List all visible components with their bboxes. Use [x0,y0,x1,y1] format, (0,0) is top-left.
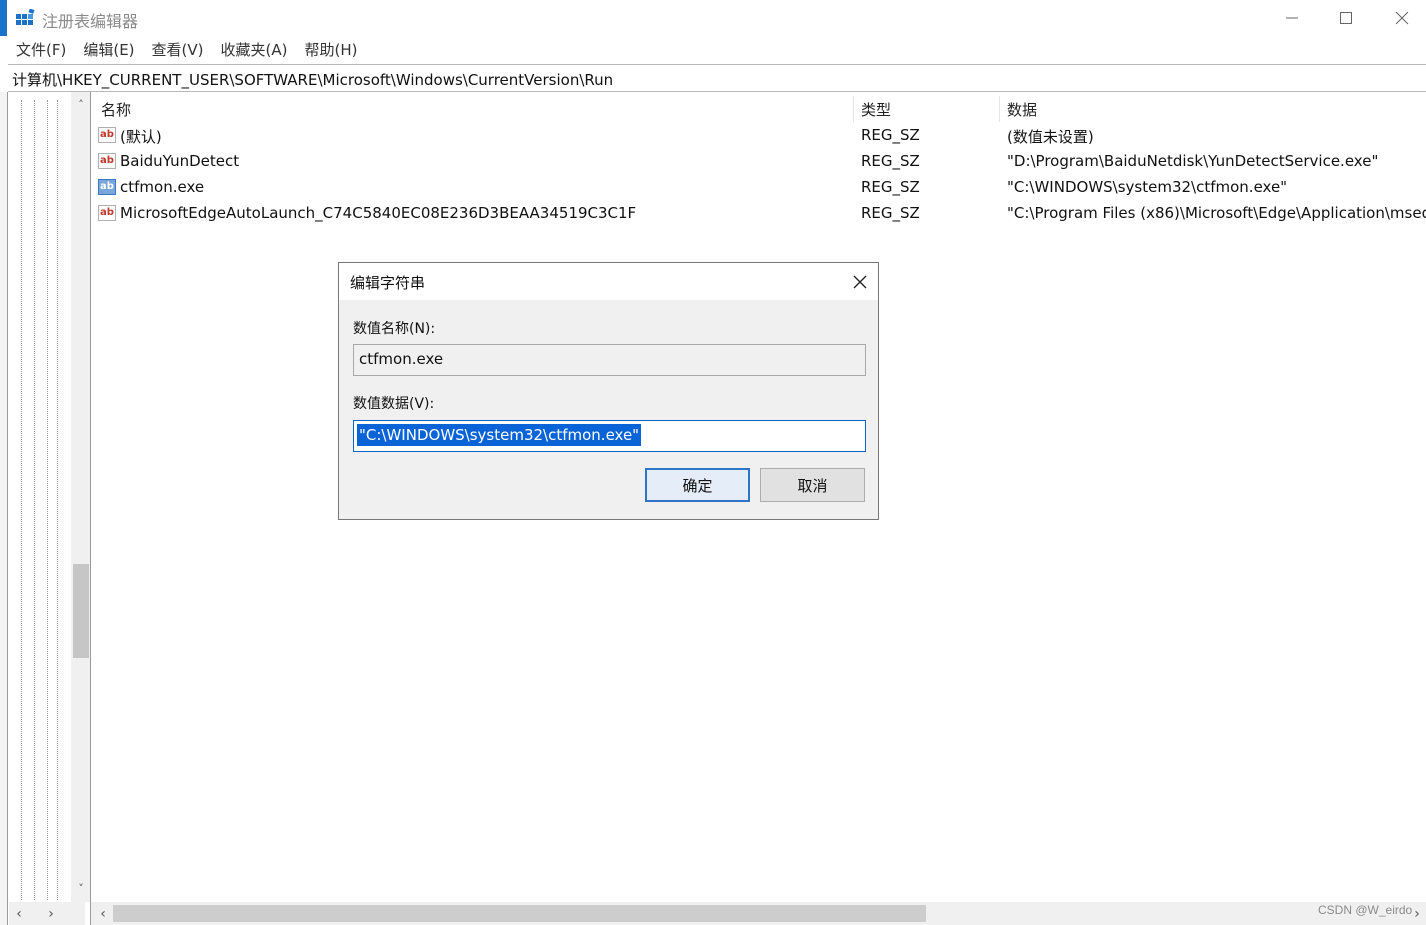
ok-button[interactable]: 确定 [645,468,750,502]
scroll-up-icon[interactable]: ˄ [71,98,91,111]
tree-scroll-thumb[interactable] [73,564,89,658]
close-icon [1395,11,1409,25]
value-data: "C:\Program Files (x86)\Microsoft\Edge\A… [1007,204,1426,222]
tree-guide-line [21,100,22,900]
menu-file[interactable]: 文件(F) [16,38,66,62]
cancel-button[interactable]: 取消 [760,468,865,502]
column-divider[interactable] [999,96,1000,122]
minimize-icon [1286,17,1298,19]
value-data: "D:\Program\BaiduNetdisk\YunDetectServic… [1007,152,1379,170]
left-edge-strip [0,92,8,925]
tree-horizontal-scrollbar[interactable]: ‹ › [9,902,85,925]
string-value-icon: ab [98,205,116,221]
dialog-title: 编辑字符串 [350,274,426,292]
scroll-left-icon[interactable]: ‹ [9,906,29,922]
list-item[interactable]: ab MicrosoftEdgeAutoLaunch_C74C5840EC08E… [91,201,1426,227]
list-scroll-thumb[interactable] [113,905,926,922]
menu-bar: 文件(F) 编辑(E) 查看(V) 收藏夹(A) 帮助(H) [0,38,358,62]
value-name: ctfmon.exe [120,178,205,196]
menu-view[interactable]: 查看(V) [152,38,204,62]
close-window-button[interactable] [1382,4,1422,32]
list-item[interactable]: ab (默认) REG_SZ (数值未设置) [91,123,1426,149]
value-type: REG_SZ [861,126,920,144]
close-icon [853,275,867,289]
list-item[interactable]: ab BaiduYunDetect REG_SZ "D:\Program\Bai… [91,149,1426,175]
value-type: REG_SZ [861,178,920,196]
dialog-title-bar[interactable]: 编辑字符串 [339,263,878,300]
registry-editor-icon [16,9,35,25]
scroll-right-icon[interactable]: › [41,906,61,922]
value-name: (默认) [120,128,162,146]
tree-guide-line [57,100,58,900]
value-name-field: ctfmon.exe [353,344,866,376]
menu-edit[interactable]: 编辑(E) [83,38,134,62]
minimize-button[interactable] [1272,4,1312,32]
key-tree-pane[interactable]: ˄ ˅ ‹ › [9,92,91,925]
string-value-icon: ab [98,179,116,195]
edit-string-dialog: 编辑字符串 数值名称(N): ctfmon.exe 数值数据(V): "C:\W… [338,262,879,520]
maximize-icon [1340,12,1352,24]
scroll-down-icon[interactable]: ˅ [71,882,91,895]
address-path[interactable]: 计算机\HKEY_CURRENT_USER\SOFTWARE\Microsoft… [12,69,613,90]
value-data-label: 数值数据(V): [353,396,435,412]
value-data: "C:\WINDOWS\system32\ctfmon.exe" [1007,178,1288,196]
watermark: CSDN @W_eirdo [1318,903,1413,917]
dialog-close-button[interactable] [847,270,873,294]
value-data-selected-text[interactable]: "C:\WINDOWS\system32\ctfmon.exe" [357,424,642,446]
window-title: 注册表编辑器 [42,12,139,31]
string-value-icon: ab [98,153,116,169]
string-value-icon: ab [98,127,116,143]
column-header-name[interactable]: 名称 [101,99,131,120]
tree-guide-line [34,100,35,900]
list-header: 名称 类型 数据 [91,96,1426,122]
value-name: MicrosoftEdgeAutoLaunch_C74C5840EC08E236… [120,204,637,222]
list-horizontal-scrollbar[interactable]: ‹ › [91,902,1426,925]
value-data: (数值未设置) [1007,128,1094,146]
menu-favorites[interactable]: 收藏夹(A) [221,38,288,62]
value-type: REG_SZ [861,152,920,170]
desktop-edge [0,0,7,36]
column-header-type[interactable]: 类型 [861,99,891,120]
scroll-left-icon[interactable]: ‹ [93,906,113,922]
value-name-label: 数值名称(N): [353,321,436,337]
maximize-button[interactable] [1326,4,1366,32]
registry-editor-window: 注册表编辑器 文件(F) 编辑(E) 查看(V) 收藏夹(A) 帮助(H) 计算… [0,0,1426,925]
tree-vertical-scrollbar[interactable]: ˄ ˅ [71,92,91,902]
tree-guide-line [47,100,48,900]
value-type: REG_SZ [861,204,920,222]
value-name: BaiduYunDetect [120,152,240,170]
column-header-data[interactable]: 数据 [1007,99,1037,120]
title-bar: 注册表编辑器 [0,0,1426,36]
address-bar[interactable]: 计算机\HKEY_CURRENT_USER\SOFTWARE\Microsoft… [8,64,1426,92]
value-data-input[interactable]: "C:\WINDOWS\system32\ctfmon.exe" [353,420,866,452]
column-divider[interactable] [853,96,854,122]
menu-help[interactable]: 帮助(H) [304,38,357,62]
list-item-selected[interactable]: ab ctfmon.exe REG_SZ "C:\WINDOWS\system3… [91,175,1426,201]
